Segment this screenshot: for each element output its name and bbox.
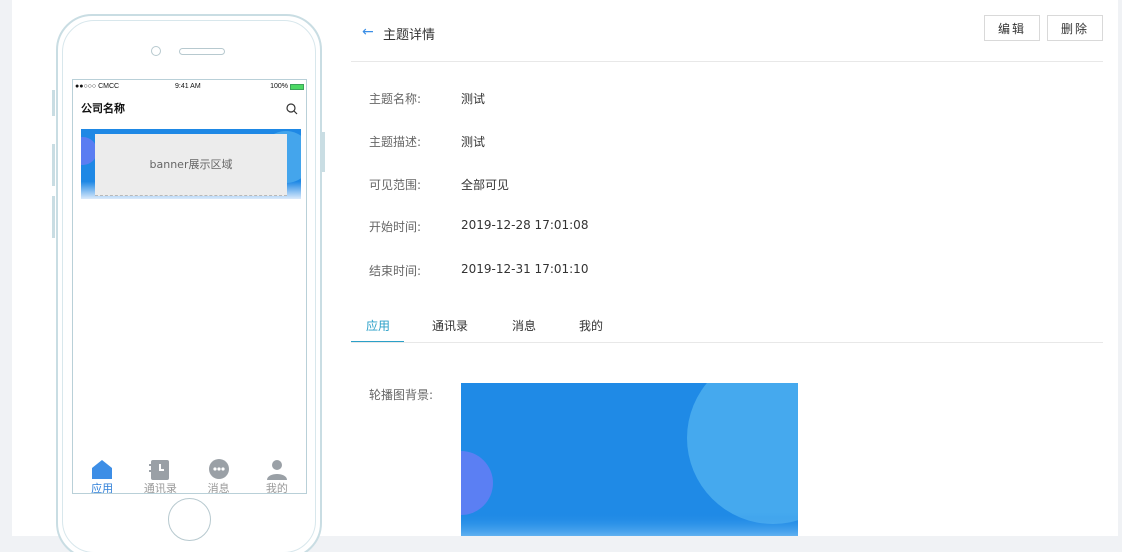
message-icon: [190, 456, 248, 480]
tab-me[interactable]: 我的: [579, 317, 603, 334]
end-time-label: 结束时间:: [369, 264, 422, 278]
phone-tab-contacts[interactable]: 通讯录: [131, 456, 189, 494]
start-time-value: 2019-12-28 17:01:08: [461, 218, 589, 232]
theme-desc-value: 测试: [461, 135, 486, 149]
phone-tab-apps[interactable]: 应用: [73, 456, 131, 494]
power-button: [322, 132, 325, 172]
phone-tab-label: 我的: [265, 482, 288, 494]
status-bar: ●●○○○ CMCC 9:41 AM 100%: [73, 80, 306, 94]
battery-status: 100%: [270, 83, 304, 90]
battery-percent: 100%: [270, 83, 288, 90]
search-icon[interactable]: [286, 100, 298, 119]
visibility-label: 可见范围:: [369, 178, 422, 192]
theme-name-value: 测试: [461, 92, 486, 106]
phone-home-button: [168, 498, 211, 541]
banner-bg-image: [461, 383, 798, 536]
header-divider: [351, 61, 1103, 62]
phone-tab-me[interactable]: 我的: [248, 456, 306, 494]
banner-background: banner展示区域: [81, 129, 301, 199]
tab-contacts[interactable]: 通讯录: [432, 317, 468, 334]
user-icon: [248, 456, 306, 480]
camera-dot: [151, 46, 161, 56]
phone-tabbar: 应用 通讯录 消息 我的: [73, 456, 306, 494]
phone-tab-label: 通讯录: [143, 482, 177, 494]
tabs-divider: [351, 342, 1103, 343]
app-header: 公司名称: [73, 94, 306, 118]
banner-bg-label: 轮播图背景:: [369, 388, 434, 402]
phone-tab-label: 消息: [207, 482, 230, 494]
banner-placeholder: banner展示区域: [95, 134, 287, 196]
phone-tab-label: 应用: [91, 482, 114, 494]
speaker-slot: [179, 48, 225, 55]
edit-button[interactable]: 编辑: [984, 15, 1040, 41]
battery-icon: [290, 83, 304, 90]
volume-up-button: [52, 144, 55, 186]
theme-desc-label: 主题描述:: [369, 135, 422, 149]
visibility-value: 全部可见: [461, 178, 510, 192]
start-time-label: 开始时间:: [369, 220, 422, 234]
mute-switch: [52, 90, 55, 116]
delete-button[interactable]: 删除: [1047, 15, 1103, 41]
tab-messages[interactable]: 消息: [512, 317, 536, 334]
end-time-value: 2019-12-31 17:01:10: [461, 262, 589, 276]
back-arrow-icon[interactable]: ←: [362, 24, 374, 40]
phone-tab-messages[interactable]: 消息: [190, 456, 248, 494]
company-name: 公司名称: [81, 102, 125, 115]
phone-screen: ●●○○○ CMCC 9:41 AM 100% 公司名称 banner展示区域 …: [72, 79, 307, 494]
home-icon: [73, 456, 131, 480]
volume-down-button: [52, 196, 55, 238]
carrier-text: ●●○○○ CMCC: [75, 83, 120, 90]
page-title: 主题详情: [383, 28, 436, 43]
theme-name-label: 主题名称:: [369, 92, 422, 106]
contacts-icon: [131, 456, 189, 480]
status-time: 9:41 AM: [175, 83, 201, 90]
banner-bg-preview[interactable]: [461, 383, 798, 536]
tab-apps[interactable]: 应用: [366, 317, 390, 334]
